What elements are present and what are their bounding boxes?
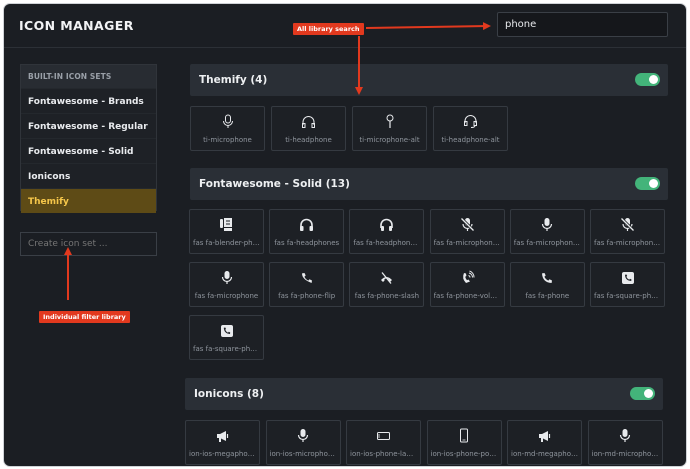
sidebar-item-ionicons[interactable]: Ionicons [21,163,156,188]
megaphone-icon [186,428,259,443]
icon-tile-label: fas fa-phone-volume [433,292,501,300]
icon-tile[interactable]: ion-md-megaphone [507,420,582,465]
square-phone-icon [591,270,664,285]
icon-tile-label: ion-ios-megaphone [189,450,256,458]
icon-tile[interactable]: fas fa-microphone-slash [429,209,505,254]
icon-tile[interactable]: fas fa-microphone-alt [509,209,585,254]
headphones-alt-icon [350,217,423,232]
phone-icon [511,270,584,285]
icon-tile[interactable]: fas fa-phone-volume [429,262,505,307]
icon-tile[interactable]: ti-headphone [271,106,346,151]
icon-tile[interactable]: ti-headphone-alt [433,106,508,151]
sidebar-item-fontawesome-regular[interactable]: Fontawesome - Regular [21,113,156,138]
icon-tile-label: fas fa-microphone-alt [513,239,581,247]
icon-tile-label: fas fa-microphone-slash [433,239,501,247]
section-title: Fontawesome - Solid (13) [199,178,350,190]
headphones-icon [270,217,343,232]
sidebar-item-themify[interactable]: Themify [21,188,156,213]
icon-tile-label: fas fa-headphones [274,239,340,247]
phone-volume-icon [431,270,504,285]
section-toggle[interactable] [635,73,660,86]
icon-tile[interactable]: ti-microphone-alt [352,106,427,151]
icon-tile-label: ion-ios-phone-portrait [430,450,498,458]
icon-tile-label: ion-md-microphone [591,450,659,458]
microphone-alt-icon [511,217,584,232]
icon-tile-label: ti-microphone [203,136,252,144]
icon-tile-label: ion-ios-phone-landscape [350,450,417,458]
icon-tile-label: ti-headphone-alt [441,136,500,144]
section-header-fontawesome-solid: Fontawesome - Solid (13) [190,168,668,200]
microphone-slash-icon [431,217,504,232]
icon-tile-label: ti-microphone-alt [359,136,420,144]
icon-tile[interactable]: ion-md-microphone [587,420,663,465]
search-input[interactable] [497,12,668,37]
square-phone-flip-icon [190,323,263,338]
icon-tile-label: fas fa-headphones-alt [353,239,421,247]
microphone-icon [589,428,662,443]
section-toggle[interactable] [635,177,660,190]
phone-landscape-icon [347,428,420,443]
icon-tile[interactable]: ion-ios-phone-portrait [426,420,502,465]
icon-tile-label: fas fa-phone-flip [278,292,336,300]
icon-tile[interactable]: fas fa-headphones-alt [349,209,425,254]
icon-tile-label: fas fa-phone-slash [354,292,420,300]
icon-tile-label: fas fa-blender-phone [193,239,260,247]
icon-manager-window: ICON MANAGER BUILT-IN ICON SETS Fontawes… [4,4,686,466]
section-title: Themify (4) [199,74,268,86]
icon-tile[interactable]: fas fa-phone [509,262,585,307]
icon-tile-label: fas fa-microphone [194,292,259,300]
icon-set-sidebar: BUILT-IN ICON SETS Fontawesome - Brands … [20,64,157,213]
icon-tile-label: fas fa-phone [525,292,570,300]
blender-phone-icon [190,217,263,232]
icon-tile[interactable]: ion-ios-megaphone [185,420,260,465]
icon-tile[interactable]: fas fa-square-phone-flip [189,315,264,360]
icon-tile[interactable]: ion-ios-phone-landscape [346,420,421,465]
annotation-all-library-search: All library search [293,23,364,35]
icon-tile[interactable]: fas fa-microphone [189,262,264,307]
icon-tile-label: fas fa-square-phone [594,292,661,300]
icon-tile[interactable]: ion-ios-microphone [265,420,341,465]
phone-flip-icon [270,270,343,285]
sidebar-item-fontawesome-brands[interactable]: Fontawesome - Brands [21,88,156,113]
headphone-outline-icon [272,114,345,129]
section-header-ionicons: Ionicons (8) [185,378,663,410]
annotation-individual-filter-library: Individual filter library [39,311,130,323]
microphone-outline-icon [191,114,264,129]
icon-tile[interactable]: fas fa-headphones [269,209,345,254]
icon-tile-label: ion-md-megaphone [511,450,578,458]
headset-outline-icon [434,114,507,129]
section-toggle[interactable] [630,387,655,400]
icon-tile[interactable]: fas fa-microphone-alt-slash [590,209,665,254]
icon-tile[interactable]: fas fa-blender-phone [189,209,264,254]
icon-tile[interactable]: ti-microphone [190,106,265,151]
microphone-icon [267,428,340,443]
phone-portrait-icon [428,428,501,443]
icon-tile[interactable]: fas fa-square-phone [590,262,665,307]
create-icon-set-input[interactable] [20,232,157,256]
icon-tile-label: ion-ios-microphone [269,450,337,458]
icon-tile-label: fas fa-microphone-alt-slash [594,239,661,247]
sidebar-header: BUILT-IN ICON SETS [21,65,156,88]
megaphone-icon [508,428,581,443]
sidebar-item-fontawesome-solid[interactable]: Fontawesome - Solid [21,138,156,163]
microphone-icon [190,270,263,285]
microphone-alt-slash-icon [591,217,664,232]
section-header-themify: Themify (4) [190,64,668,96]
icon-tile-label: fas fa-square-phone-flip [193,345,260,353]
icon-tile-label: ti-headphone [285,136,332,144]
section-title: Ionicons (8) [194,388,264,400]
phone-slash-icon [350,270,423,285]
app-title: ICON MANAGER [19,18,134,33]
icon-tile[interactable]: fas fa-phone-flip [269,262,345,307]
icon-tile[interactable]: fas fa-phone-slash [349,262,425,307]
microphone-alt-outline-icon [353,114,426,129]
